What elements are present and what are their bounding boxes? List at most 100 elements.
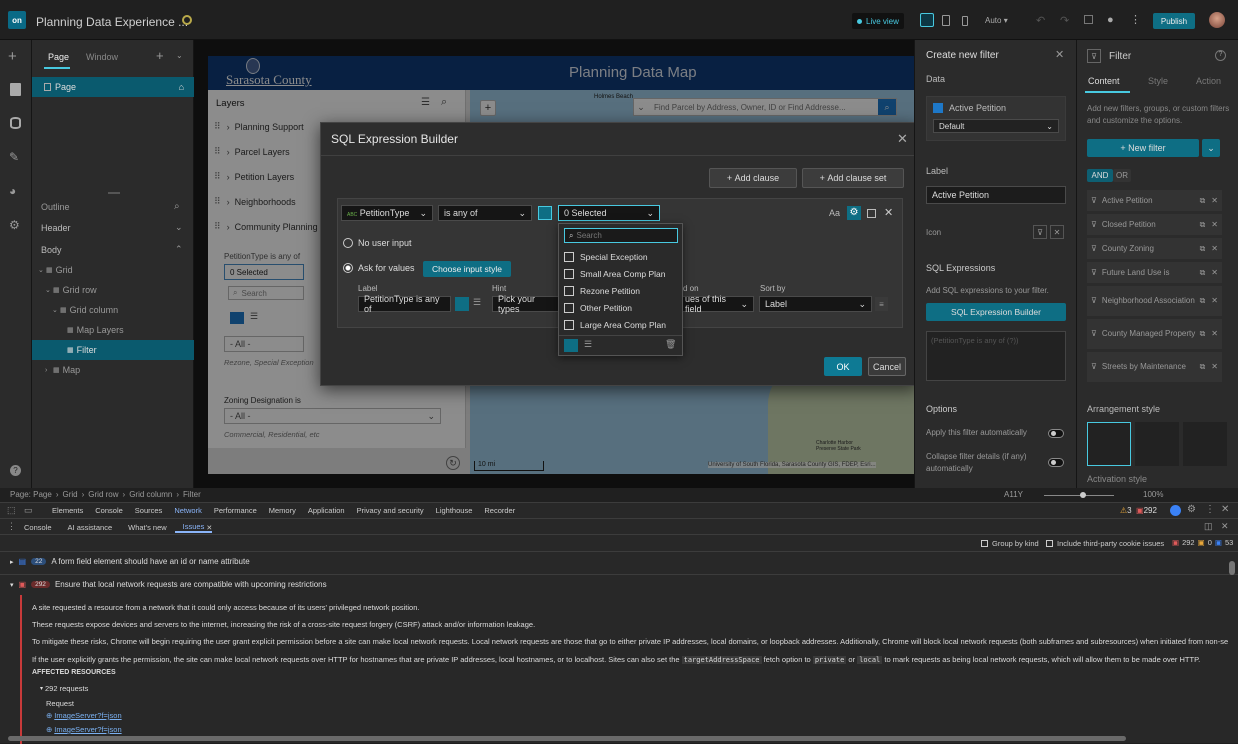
add-icon[interactable]: + (8, 48, 17, 65)
inspect-icon[interactable]: ⬚ (7, 505, 16, 516)
devtools-tab[interactable]: Memory (263, 506, 302, 515)
auto-apply-toggle[interactable] (1048, 429, 1064, 438)
copy-icon[interactable] (867, 209, 876, 218)
settings-icon[interactable]: ⚙ (847, 206, 861, 220)
devtools-tab[interactable]: Application (302, 506, 351, 515)
theme-icon[interactable]: ◕ (9, 184, 16, 198)
tab-content[interactable]: Content (1088, 76, 1120, 86)
tab-window[interactable]: Window (86, 52, 118, 62)
delete-icon[interactable]: ✕ (1211, 329, 1218, 339)
or-toggle[interactable]: OR (1113, 169, 1131, 182)
outline-search-icon[interactable]: ⌕ (174, 201, 180, 212)
expand-arrow-icon[interactable]: ⌄ (38, 266, 46, 274)
save-icon[interactable] (1084, 15, 1093, 24)
filter-item[interactable]: ⊽ Active Petition ⧉ ✕ (1087, 190, 1222, 211)
devtools-tab[interactable]: Elements (46, 506, 89, 515)
issue-row-expanded[interactable]: ▾ ▣ 292 Ensure that local network reques… (10, 580, 327, 589)
select-all-icon[interactable] (564, 339, 578, 352)
value-source-icon[interactable] (538, 206, 552, 220)
breadcrumb-item[interactable]: Grid row (88, 490, 118, 499)
app-logo[interactable]: on (8, 11, 26, 29)
dropdown-option[interactable]: Special Exception (564, 248, 682, 265)
filter-item[interactable]: ⊽ Future Land Use is ⧉ ✕ (1087, 262, 1222, 283)
label-input[interactable]: Active Petition (926, 186, 1066, 204)
requests-toggle[interactable]: ▾ 292 requests (40, 684, 88, 693)
filter-item[interactable]: ⊽ Neighborhood Association ⧉ ✕ (1087, 286, 1222, 316)
devtools-tab[interactable]: Recorder (478, 506, 521, 515)
devtools-tab[interactable]: Console (89, 506, 129, 515)
tablet-icon[interactable] (942, 15, 950, 26)
operator-select[interactable]: is any of ⌄ (438, 205, 532, 221)
delete-icon[interactable]: ✕ (1211, 362, 1218, 372)
outline-item[interactable]: ▦ Map Layers (32, 320, 194, 340)
splitter[interactable] (108, 192, 120, 194)
field-select[interactable]: ABC PetitionType ⌄ (341, 205, 433, 221)
more-icon[interactable]: ⋮ (1205, 504, 1215, 515)
case-sensitive-icon[interactable]: Aa (829, 208, 840, 218)
filter-item[interactable]: ⊽ County Managed Property ⧉ ✕ (1087, 319, 1222, 349)
arrangement-option-3[interactable] (1183, 422, 1227, 466)
device-icon[interactable]: ▭ (24, 505, 33, 516)
phone-icon[interactable] (962, 16, 968, 26)
close-icon[interactable]: ✕ (1221, 504, 1229, 515)
drawer-tab[interactable]: Console (16, 523, 60, 532)
no-user-input-radio[interactable]: No user input (343, 238, 412, 248)
page-list-item[interactable]: Page ⌂ (32, 77, 194, 97)
values-select[interactable]: 0 Selected ⌄ (558, 205, 660, 221)
dropdown-option[interactable]: Large Area Comp Plan (564, 316, 682, 333)
filter-icon[interactable]: ⊽ (1033, 225, 1047, 239)
trash-icon[interactable]: 🗑 (665, 339, 676, 350)
widget-icon[interactable]: ✎ (9, 150, 19, 164)
body-section[interactable]: Body (41, 245, 62, 255)
settings-icon[interactable]: ⚙ (9, 218, 20, 232)
checklist-icon[interactable]: ☰ (584, 339, 592, 350)
auto-select[interactable]: Auto ▾ (985, 16, 1008, 25)
dropdown-option[interactable]: Other Petition (564, 299, 682, 316)
horizontal-scrollbar[interactable] (8, 736, 1224, 741)
expand-arrow-icon[interactable]: ⌄ (45, 286, 53, 294)
ask-for-values-radio[interactable]: Ask for values (343, 263, 415, 273)
warning-count[interactable]: ⚠ 3 (1120, 506, 1132, 515)
delete-icon[interactable]: ✕ (1211, 268, 1218, 278)
group-by-kind-checkbox[interactable]: Group by kind (981, 539, 1039, 548)
publish-button[interactable]: Publish (1153, 13, 1195, 29)
clear-icon[interactable]: ✕ (1050, 225, 1064, 239)
expand-arrow-icon[interactable]: ⌄ (52, 306, 60, 314)
choose-input-style-button[interactable]: Choose input style (423, 261, 511, 277)
devtools-tab[interactable]: Sources (129, 506, 169, 515)
checklist-icon[interactable]: ☰ (473, 297, 481, 308)
chevron-up-icon[interactable]: ⌃ (175, 244, 183, 255)
devtools-tab[interactable]: Privacy and security (351, 506, 430, 515)
label-input[interactable]: PetitionType is any of (358, 294, 451, 314)
add-page-icon[interactable]: + (156, 48, 164, 63)
sql-builder-button[interactable]: SQL Expression Builder (926, 303, 1066, 321)
breadcrumb-item[interactable]: Grid column (129, 490, 172, 499)
view-select[interactable]: Default ⌄ (933, 119, 1059, 133)
sort-by-select[interactable]: Label ⌄ (759, 296, 872, 312)
help-icon[interactable]: ? (1215, 50, 1226, 61)
chevron-down-icon[interactable]: ⌄ (175, 222, 183, 233)
ok-button[interactable]: OK (824, 357, 862, 376)
add-clause-set-button[interactable]: + Add clause set (802, 168, 904, 188)
vertical-scrollbar[interactable] (1229, 553, 1235, 738)
issue-row[interactable]: ▸ ▤ 22 A form field element should have … (10, 557, 250, 566)
close-drawer-icon[interactable]: ✕ (1221, 521, 1229, 532)
a11y-label[interactable]: A11Y (1004, 490, 1023, 499)
delete-icon[interactable]: ✕ (1211, 296, 1218, 306)
delete-icon[interactable]: ✕ (1211, 196, 1218, 206)
edit-title-icon[interactable] (182, 15, 192, 25)
tab-page[interactable]: Page (48, 52, 69, 62)
breadcrumb-item[interactable]: Grid (62, 490, 77, 499)
filter-item[interactable]: ⊽ County Zoning ⧉ ✕ (1087, 238, 1222, 259)
delete-icon[interactable]: ✕ (1211, 244, 1218, 254)
data-icon[interactable] (10, 117, 21, 129)
ai-icon[interactable] (1170, 505, 1181, 516)
data-source-card[interactable]: Active Petition Default ⌄ (926, 96, 1066, 141)
copy-icon[interactable]: ⧉ (1200, 296, 1206, 306)
copy-icon[interactable]: ⧉ (1200, 244, 1206, 254)
more-icon[interactable]: ⋮ (7, 521, 16, 532)
new-filter-button[interactable]: + New filter (1087, 139, 1199, 157)
based-on-select[interactable]: ues of this field ⌄ (679, 294, 754, 314)
undo-icon[interactable]: ↶ (1036, 14, 1045, 27)
list-style-icon[interactable] (455, 297, 469, 311)
